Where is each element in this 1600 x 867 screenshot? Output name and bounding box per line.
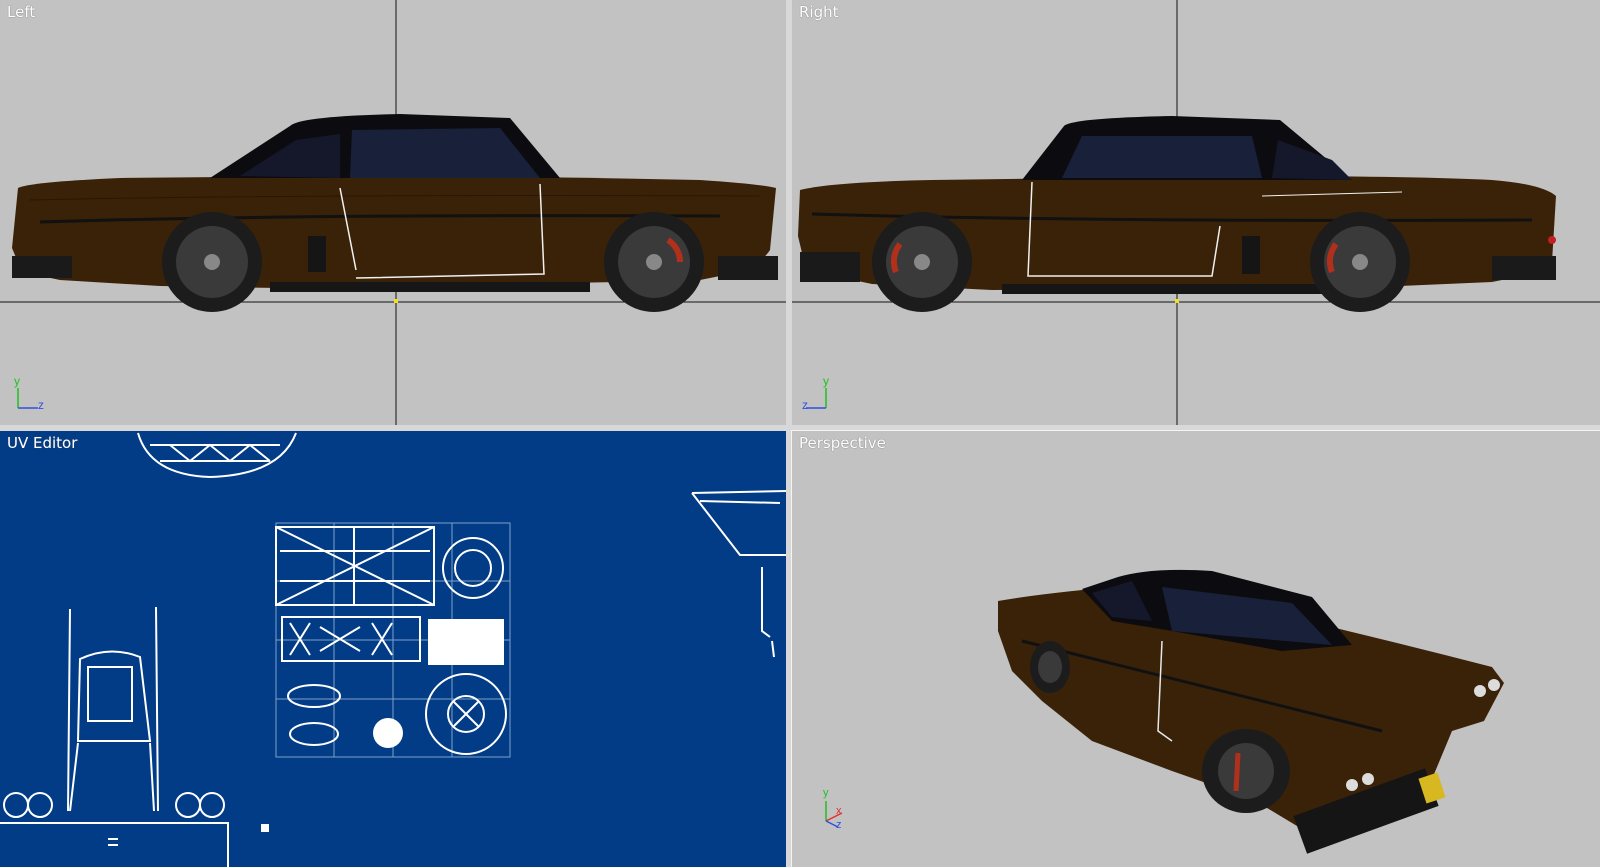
right-view-canvas bbox=[792, 0, 1600, 425]
axis-y-label: y bbox=[823, 787, 829, 799]
pivot-marker bbox=[1175, 299, 1179, 303]
viewport-perspective-label: Perspective bbox=[799, 434, 886, 452]
viewport-left[interactable]: Left y z bbox=[0, 0, 786, 425]
uv-canvas bbox=[0, 432, 786, 867]
left-view-canvas bbox=[0, 0, 786, 425]
viewport-right-label: Right bbox=[799, 3, 839, 21]
viewport-right[interactable]: Right y z bbox=[792, 0, 1600, 425]
viewport-left-label: Left bbox=[7, 3, 36, 21]
axis-z-label: z bbox=[38, 398, 44, 412]
axis-y-label: y bbox=[823, 374, 829, 388]
pivot-marker bbox=[394, 299, 398, 303]
car-side-right bbox=[798, 116, 1556, 312]
axis-z-label: z bbox=[802, 398, 808, 412]
viewport-uv-editor[interactable]: UV Editor bbox=[0, 431, 786, 867]
car-perspective bbox=[998, 569, 1504, 854]
perspective-canvas bbox=[825, 569, 1504, 854]
viewport-perspective[interactable]: Perspective y x z bbox=[791, 430, 1600, 867]
viewport-uv-label: UV Editor bbox=[7, 434, 78, 452]
axis-x-label: x bbox=[836, 805, 842, 817]
car-side-left bbox=[12, 114, 778, 312]
axis-y-label: y bbox=[14, 374, 20, 388]
axis-z-label: z bbox=[836, 819, 842, 831]
